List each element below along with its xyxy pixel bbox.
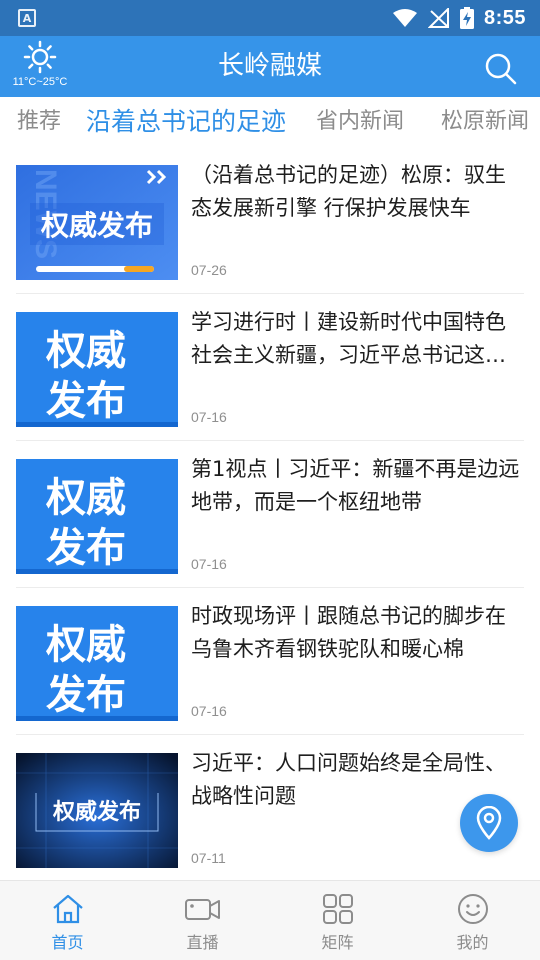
- news-item[interactable]: 权威 发布 时政现场评丨跟随总书记的脚步在乌鲁木齐看钢铁驼队和暖心棉 07-16: [16, 588, 524, 735]
- video-camera-icon: [184, 899, 220, 920]
- tab-songyuan-news[interactable]: 松原新闻: [441, 97, 529, 147]
- news-item[interactable]: 权威 发布 学习进行时丨建设新时代中国特色社会主义新疆，习近平总书记这样部署 0…: [16, 294, 524, 441]
- news-date: 07-16: [191, 409, 227, 425]
- thumb-text: 权威发布: [52, 799, 141, 825]
- battery-charging-icon: [459, 7, 474, 29]
- thumb-text-line1: 权威: [45, 475, 126, 521]
- status-bar: A 8:55: [0, 0, 540, 36]
- news-item[interactable]: 权威 发布 第1视点丨习近平：新疆不再是边远地带，而是一个枢纽地带 07-16: [16, 441, 524, 588]
- tab-recommended[interactable]: 推荐: [17, 97, 61, 147]
- thumb-text-line2: 发布: [46, 378, 126, 424]
- news-date: 07-11: [191, 850, 226, 866]
- app-notification-icon: A: [18, 9, 36, 27]
- home-icon: [52, 894, 83, 924]
- smiley-face-icon: [457, 894, 488, 924]
- thumb-text-line2: 发布: [46, 525, 126, 571]
- nav-label: 我的: [456, 933, 489, 952]
- status-time: 8:55: [483, 6, 526, 29]
- nav-matrix[interactable]: 矩阵: [270, 881, 405, 960]
- category-tabs: 推荐 沿着总书记的足迹 省内新闻 松原新闻: [0, 97, 540, 147]
- news-thumbnail: 权威 发布: [16, 606, 178, 721]
- location-pin-icon: [476, 806, 502, 840]
- news-list: NEWS 权威发布 （沿着总书记的足迹）松原：驭生态发展新引擎 行保护发展快车 …: [0, 147, 540, 880]
- app-title: 长岭融媒: [217, 51, 322, 81]
- app-header: 11°C~25°C 长岭融媒: [0, 36, 540, 97]
- search-button[interactable]: [484, 52, 518, 86]
- thumb-text-line2: 发布: [46, 672, 126, 718]
- thumb-text: 权威发布: [40, 209, 153, 242]
- wifi-icon: [392, 9, 417, 27]
- tab-following-general-secretary[interactable]: 沿着总书记的足迹: [86, 97, 286, 147]
- tab-provincial-news[interactable]: 省内新闻: [316, 97, 404, 147]
- news-thumbnail: 权威发布: [16, 753, 178, 868]
- sun-icon: [23, 40, 57, 74]
- weather-widget[interactable]: 11°C~25°C: [6, 40, 74, 96]
- news-thumbnail: 权威 发布: [16, 312, 178, 427]
- news-title: 学习进行时丨建设新时代中国特色社会主义新疆，习近平总书记这样部署: [191, 310, 506, 367]
- news-date: 07-26: [191, 262, 227, 278]
- nav-label: 矩阵: [321, 933, 354, 952]
- news-date: 07-16: [191, 703, 227, 719]
- news-date: 07-16: [191, 556, 227, 572]
- no-signal-icon: [427, 8, 449, 28]
- nav-label: 首页: [51, 933, 84, 952]
- news-item[interactable]: 权威发布 习近平：人口问题始终是全局性、战略性问题 07-11: [16, 735, 524, 880]
- news-item[interactable]: NEWS 权威发布 （沿着总书记的足迹）松原：驭生态发展新引擎 行保护发展快车 …: [16, 147, 524, 294]
- news-title: 时政现场评丨跟随总书记的脚步在乌鲁木齐看钢铁驼队和暖心棉: [191, 604, 506, 661]
- grid-icon: [322, 894, 353, 924]
- thumb-text-line1: 权威: [45, 328, 126, 374]
- news-title: （沿着总书记的足迹）松原：驭生态发展新引擎 行保护发展快车: [191, 163, 506, 220]
- bottom-navigation: 首页 直播 矩阵 我的: [0, 880, 540, 960]
- nav-home[interactable]: 首页: [0, 881, 135, 960]
- news-thumbnail: NEWS 权威发布: [16, 165, 178, 280]
- search-icon: [485, 53, 517, 85]
- news-thumbnail: 权威 发布: [16, 459, 178, 574]
- news-title: 第1视点丨习近平：新疆不再是边远地带，而是一个枢纽地带: [191, 457, 520, 514]
- nav-label: 直播: [186, 933, 219, 952]
- nav-live[interactable]: 直播: [135, 881, 270, 960]
- weather-temperature: 11°C~25°C: [12, 76, 68, 88]
- location-button[interactable]: [460, 794, 518, 852]
- thumb-text-line1: 权威: [45, 622, 126, 668]
- nav-mine[interactable]: 我的: [405, 881, 540, 960]
